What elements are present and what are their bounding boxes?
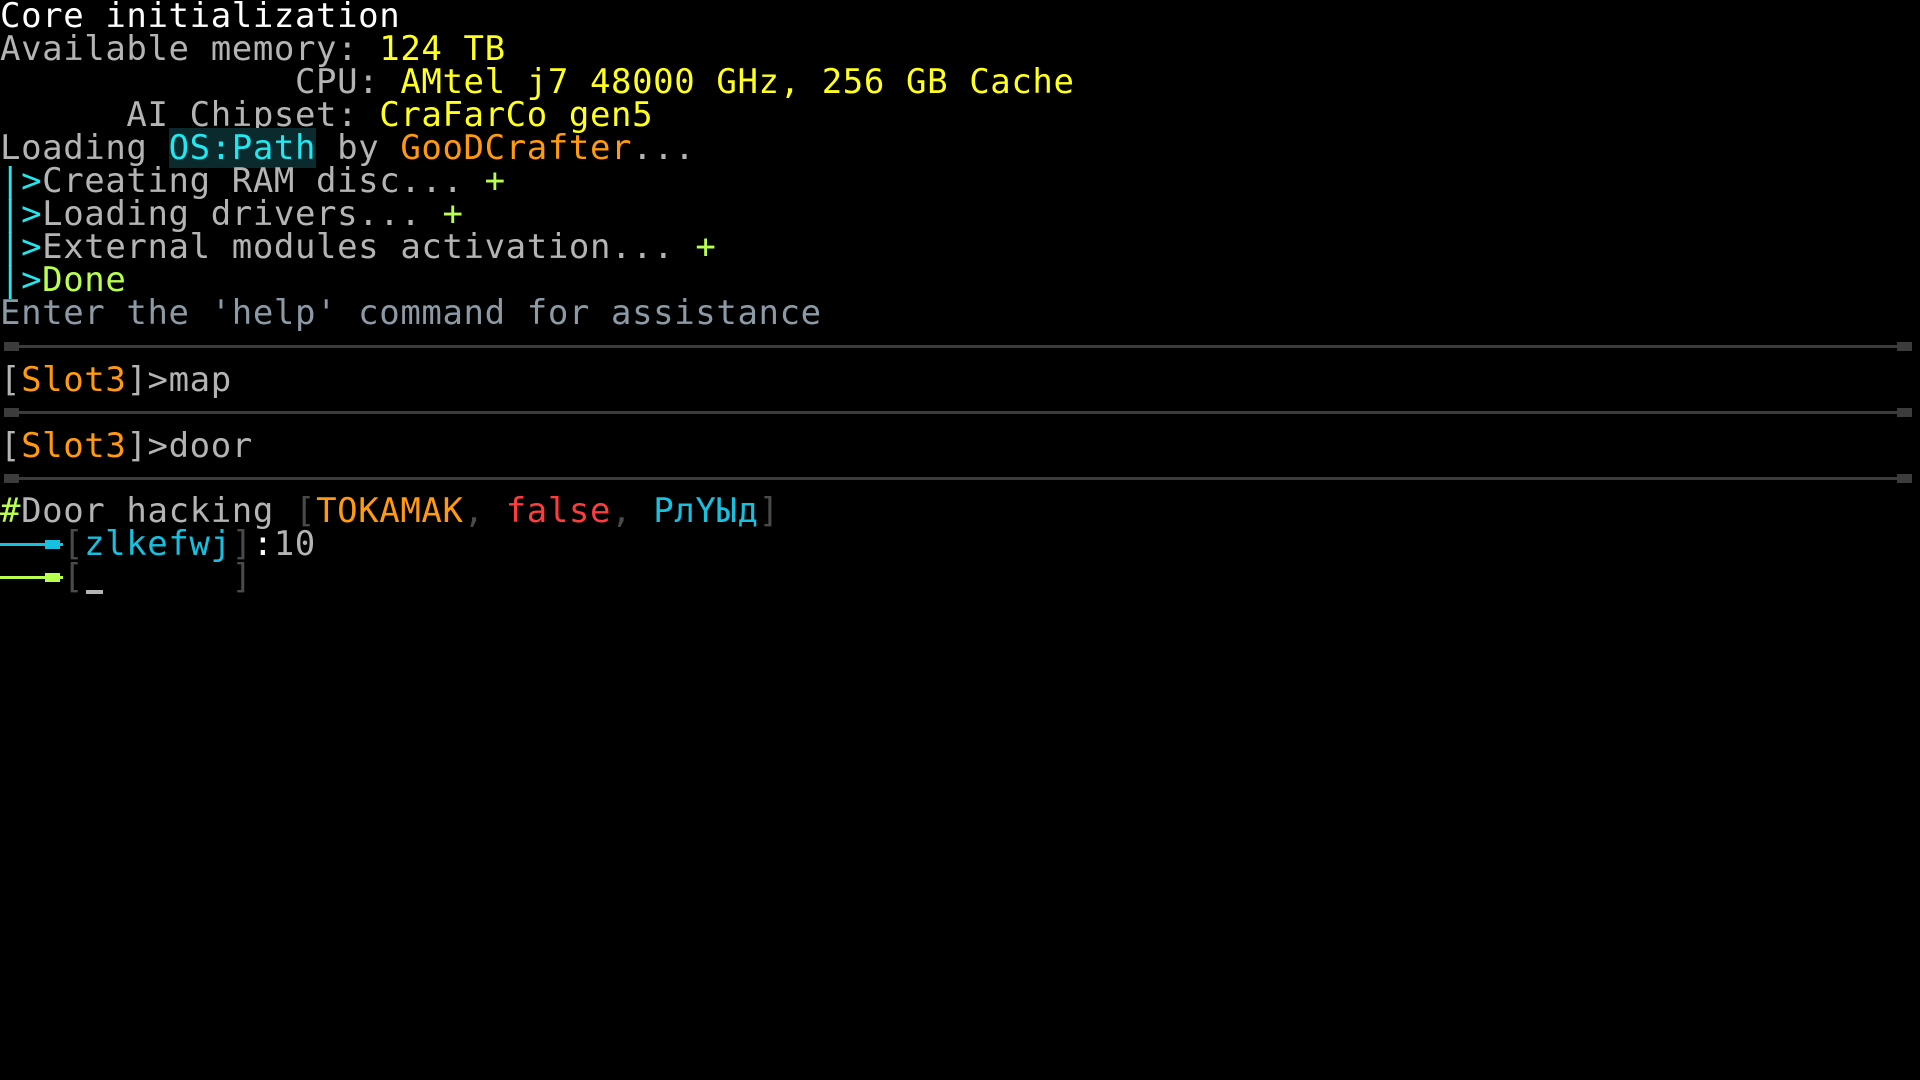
help-hint: Enter the 'help' command for assistance — [0, 293, 822, 333]
separator — [4, 408, 1912, 417]
arrow-icon — [0, 540, 63, 549]
prompt-icon: > — [147, 426, 169, 466]
score-colon: : — [252, 524, 274, 564]
params-bracket-close: ] — [758, 491, 780, 531]
separator-cap — [4, 474, 19, 483]
input-bracket-close: ] — [231, 557, 253, 597]
text-cursor — [84, 561, 105, 594]
separator-cap — [1897, 408, 1912, 417]
slot-name: Slot3 — [21, 360, 127, 400]
input-padding — [105, 557, 231, 597]
input-bracket-open: [ — [63, 557, 85, 597]
arrow-icon — [0, 573, 63, 582]
step-status: + — [695, 227, 717, 267]
step-status: + — [484, 161, 506, 201]
slot-bracket-open: [ — [0, 426, 22, 466]
command-entry: [Slot3]>map — [0, 363, 232, 397]
door-code: PлYЫд — [653, 491, 759, 531]
door-state: false — [505, 491, 612, 531]
separator — [4, 342, 1912, 351]
arrow-head — [45, 573, 60, 582]
params-separator: , — [611, 491, 654, 531]
guess-score: 10 — [273, 524, 316, 564]
arrow-head — [45, 540, 60, 549]
step-text: External modules activation... — [42, 227, 696, 267]
separator-cap — [4, 342, 19, 351]
command-entry: [Slot3]>door — [0, 429, 253, 463]
separator-cap — [1897, 474, 1912, 483]
slot-name: Slot3 — [21, 426, 127, 466]
separator — [4, 474, 1912, 483]
slot-bracket-close: ] — [126, 426, 148, 466]
loading-ellipsis: ... — [632, 128, 696, 168]
separator-cap — [1897, 342, 1912, 351]
command-text: door — [168, 426, 253, 466]
prompt-icon: > — [147, 360, 169, 400]
slot-bracket-close: ] — [126, 360, 148, 400]
door-target: TOKAMAK — [316, 491, 464, 531]
slot-bracket-open: [ — [0, 360, 22, 400]
params-separator: , — [463, 491, 506, 531]
separator-cap — [4, 408, 19, 417]
hack-input[interactable]: [ ] — [63, 560, 253, 594]
hash-icon: # — [0, 491, 22, 531]
command-text: map — [168, 360, 232, 400]
